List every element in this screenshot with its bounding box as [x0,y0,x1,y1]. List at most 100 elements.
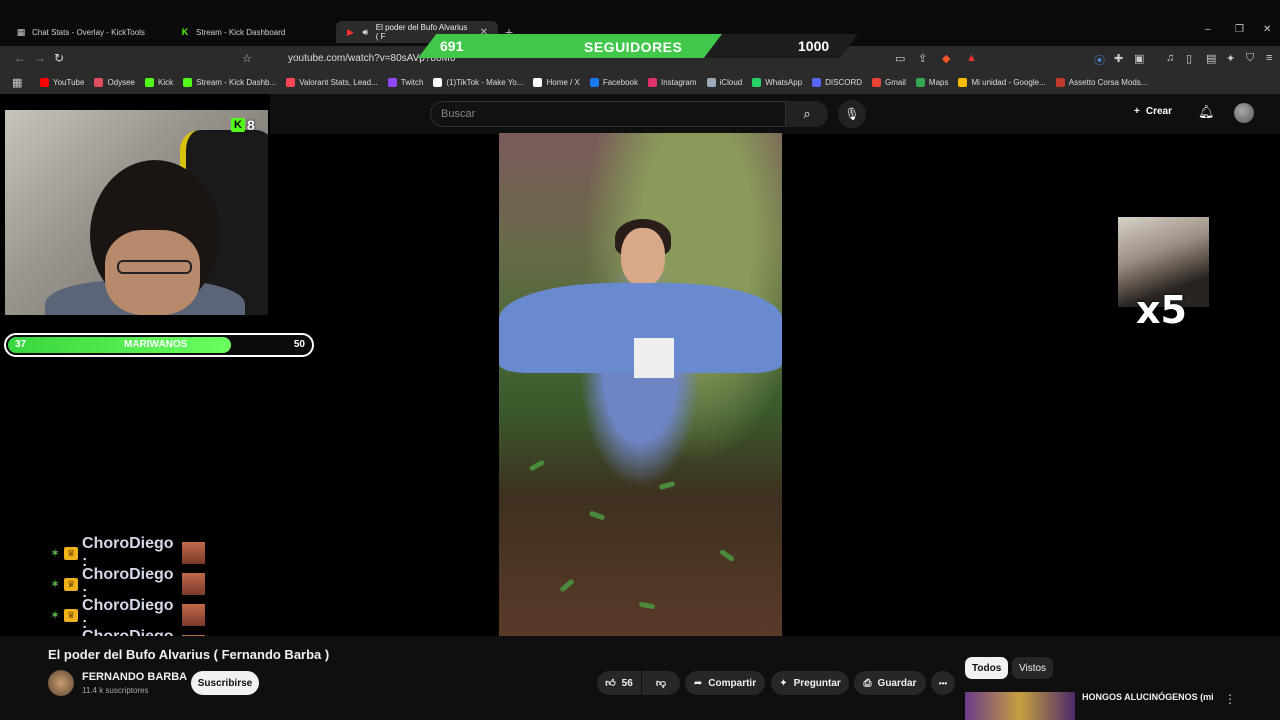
sidebar-icon[interactable]: ▯ [1186,52,1192,65]
bookmark-favicon-icon [40,77,49,87]
leo-icon[interactable]: ✦ [1226,52,1235,65]
bookmark-item[interactable]: WhatsApp [752,77,802,87]
apps-grid-icon[interactable]: ▦ [12,76,22,89]
bookmark-item[interactable]: Maps [915,77,948,87]
share-icon: ➦ [693,677,703,689]
dislike-button[interactable]: 👎︎ [642,671,680,695]
bookmark-item[interactable]: Home / X [533,77,580,87]
followers-current: 691 [440,38,464,54]
search-input[interactable]: Buscar [430,101,786,127]
create-button[interactable]: + Crear [1134,106,1172,117]
share-button[interactable]: ➦ Compartir [685,671,765,695]
bookmark-item[interactable]: Odysee [94,77,136,87]
kick-icon: K [181,27,189,37]
thumbs-up-icon: 👍︎ [605,678,616,689]
bookmark-label: YouTube [53,77,85,87]
menu-icon[interactable]: ≡ [1266,52,1272,64]
thumbs-down-icon: 👎︎ [655,678,667,689]
create-label: Crear [1145,106,1172,117]
cast-icon[interactable]: ▭ [895,52,905,65]
bookmark-item[interactable]: DISCORD [812,77,863,87]
bookmark-favicon-icon [145,77,155,87]
tab-chat-stats[interactable]: ▦ Chat Stats - Overlay - KickTools [6,21,155,43]
viewer-count: 8 [247,117,255,133]
subscribe-button[interactable]: Suscribirse [191,671,259,695]
like-button[interactable]: 👍︎ 56 [597,671,641,695]
channel-avatar[interactable] [48,670,74,696]
avatar[interactable] [1234,103,1254,123]
save-icon: ⎙ [863,677,872,689]
kebab-menu-icon[interactable]: ⋮ [1224,692,1236,706]
webcam-overlay [5,110,268,315]
bookmark-item[interactable]: Mi unidad - Google... [958,77,1046,87]
tab-kick-dashboard[interactable]: K Stream - Kick Dashboard [170,21,295,43]
mariwanos-label: MARIWANOS [124,339,188,350]
reload-icon[interactable]: ↻ [54,51,64,65]
bookmark-favicon-icon [872,77,882,87]
crown-icon: ♛ [64,577,79,591]
bookmark-label: DISCORD [825,77,863,87]
back-icon[interactable]: ← [14,51,26,65]
grid-icon: ▦ [16,26,26,37]
bookmark-label: Facebook [602,77,638,87]
puzzle-icon[interactable]: ✚ [1114,52,1123,65]
mariwanos-current: 37 [15,339,27,350]
bookmark-label: Assetto Corsa Mods... [1068,77,1148,87]
bookmark-item[interactable]: Twitch [387,77,423,87]
bookmark-favicon-icon [433,77,443,87]
forward-icon[interactable]: → [34,51,46,65]
bookmark-favicon-icon [183,77,193,87]
chat-message: ✶ ♛ ChoroDiego : [50,566,205,601]
mariwanos-goal-bar: 37 MARIWANOS 50 [4,333,314,357]
music-icon[interactable]: ♫ [1166,52,1174,64]
save-button[interactable]: ⎙ Guardar [854,671,926,695]
bookmark-label: Instagram [660,77,697,87]
bookmark-item[interactable]: Stream - Kick Dashb... [183,77,277,87]
minimize-button[interactable]: – [1205,24,1211,35]
vpn-icon[interactable]: ⛉ [1246,52,1254,65]
ask-button[interactable]: ✦ Preguntar [771,671,849,695]
screenshot-icon[interactable]: ▣ [1134,52,1144,65]
followers-goal-bar: 691 SEGUIDORES 1000 [418,34,858,58]
notifications-bell-icon[interactable]: 🔔︎ [1198,104,1215,120]
restore-button[interactable]: ❐ [1235,24,1244,35]
bookmark-item[interactable]: YouTube [40,77,85,87]
bookmark-label: Valorant Stats, Lead... [299,77,378,87]
bookmark-item[interactable]: Instagram [647,77,697,87]
leaf-icon: ✶ [50,546,61,560]
close-window-button[interactable]: ✕ [1263,24,1271,35]
share-icon[interactable]: ⇪ [918,52,927,65]
chip-all[interactable]: Todos [965,657,1009,679]
channel-name[interactable]: FERNANDO BARBA [82,671,187,683]
bookmark-item[interactable]: Kick [145,77,173,87]
more-actions-button[interactable]: ••• [931,671,955,695]
bookmark-item[interactable]: Gmail [872,77,906,87]
video-player[interactable] [499,133,782,637]
crown-icon: ♛ [64,608,79,622]
bookmark-item[interactable]: Assetto Corsa Mods... [1055,77,1148,87]
chat-message: ✶ ♛ ChoroDiego : [50,597,205,632]
bookmark-label: Odysee [107,77,136,87]
bookmark-item[interactable]: Facebook [589,77,638,87]
related-video-title[interactable]: HONGOS ALUCINÓGENOS (mi [1082,692,1214,702]
followers-label: SEGUIDORES [584,39,683,55]
wallet-icon[interactable]: ▤ [1206,52,1216,65]
search-icon[interactable]: ⌕ [786,101,828,127]
bookmark-item[interactable]: (1)TikTok - Make Yo... [433,77,524,87]
bookmark-item[interactable]: iCloud [706,77,742,87]
bookmark-item[interactable]: Valorant Stats, Lead... [286,77,378,87]
plus-icon: + [1134,106,1140,117]
rewards-icon[interactable]: ▲ [966,52,977,64]
bookmark-icon[interactable]: ☆ [242,52,252,65]
microphone-icon[interactable]: 🎙︎ [838,100,866,128]
multiplier-text: x5 [1136,288,1187,332]
extension-icon[interactable]: ⦿ [1094,52,1105,68]
bookmark-label: Stream - Kick Dashb... [196,77,277,87]
sparkle-icon: ✦ [779,677,788,689]
related-video-thumbnail[interactable] [965,692,1075,720]
chip-watched[interactable]: Vistos [1012,657,1054,679]
bookmark-favicon-icon [958,77,968,87]
brave-shield-icon[interactable]: ◆ [942,52,950,65]
bookmark-label: (1)TikTok - Make Yo... [446,77,524,87]
mariwanos-goal: 50 [293,339,305,350]
